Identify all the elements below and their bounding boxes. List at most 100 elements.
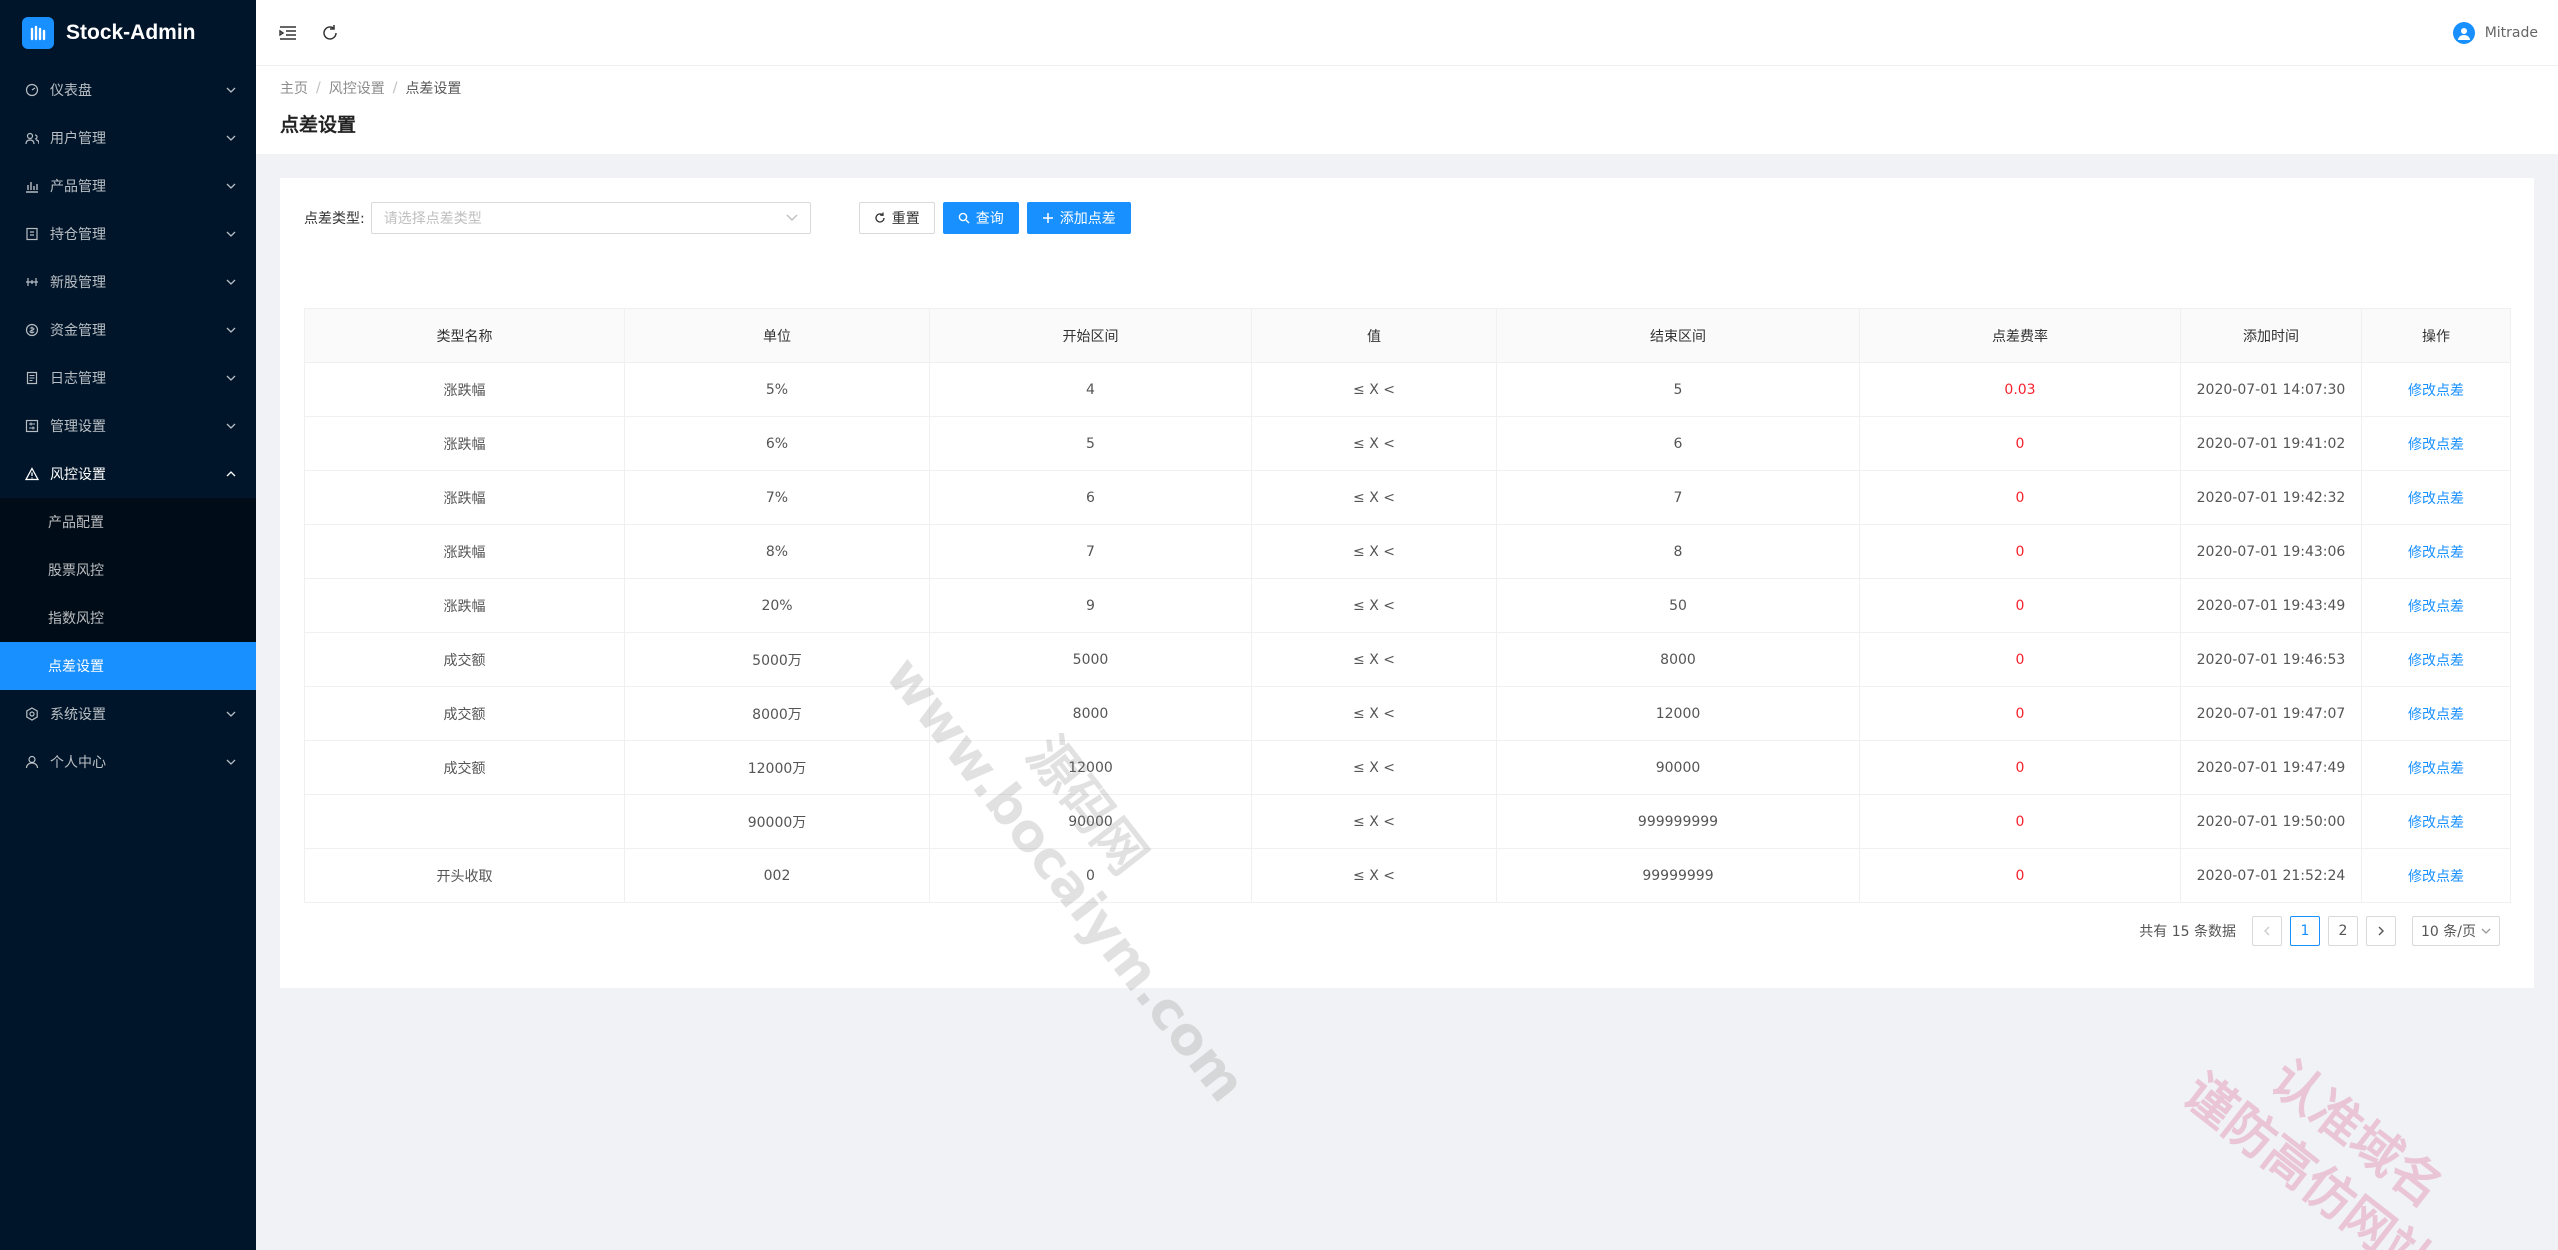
edit-spread-link[interactable]: 修改点差 bbox=[2361, 686, 2511, 741]
table-row: 成交额 8000万 8000 ≤ X <12000 0 2020-07-01 19:47:… bbox=[304, 686, 2511, 741]
page-size-select[interactable]: 10 条/页 bbox=[2412, 916, 2500, 946]
table-cell: ≤ X < bbox=[1251, 848, 1497, 903]
sidebar-item-3[interactable]: 持仓管理 bbox=[0, 210, 256, 258]
table-cell: 0 bbox=[1859, 470, 2181, 525]
sidebar-item-0[interactable]: 仪表盘 bbox=[0, 66, 256, 114]
table-cell: 2020-07-01 19:42:32 bbox=[2180, 470, 2362, 525]
sidebar-item-7[interactable]: 管理设置 bbox=[0, 402, 256, 450]
sidebar-item-10[interactable]: 个人中心 bbox=[0, 738, 256, 786]
sidebar-item-1[interactable]: 用户管理 bbox=[0, 114, 256, 162]
table-cell: 2020-07-01 19:50:00 bbox=[2180, 794, 2362, 849]
logo[interactable]: Stock-Admin bbox=[0, 0, 256, 66]
table-cell: ≤ X < bbox=[1251, 740, 1497, 795]
edit-spread-link[interactable]: 修改点差 bbox=[2361, 848, 2511, 903]
page-1-button[interactable]: 1 bbox=[2290, 916, 2320, 946]
table-cell: 2020-07-01 19:46:53 bbox=[2180, 632, 2362, 687]
table-cell: 5 bbox=[1496, 362, 1860, 417]
breadcrumb-current: 点差设置 bbox=[405, 81, 462, 97]
table-cell: 成交额 bbox=[304, 740, 625, 795]
sidebar-item-label: 个人中心 bbox=[50, 755, 106, 771]
sidebar-item-9[interactable]: 系统设置 bbox=[0, 690, 256, 738]
table-cell: 12000 bbox=[1496, 686, 1860, 741]
user-menu[interactable]: Mitrade bbox=[2452, 21, 2538, 44]
submenu-risk: 产品配置 股票风控 指数风控 点差设置 bbox=[0, 498, 256, 690]
sidebar-item-label: 新股管理 bbox=[50, 275, 106, 291]
chevron-down-icon bbox=[226, 322, 236, 338]
chevron-down-icon bbox=[226, 706, 236, 722]
submenu-item-1[interactable]: 股票风控 bbox=[0, 546, 256, 594]
table-row: 涨跌幅 6% 5 ≤ X <6 0 2020-07-01 19:41:02 修改点差 bbox=[304, 416, 2511, 471]
edit-spread-link[interactable]: 修改点差 bbox=[2361, 524, 2511, 579]
table-cell: 8000 bbox=[929, 686, 1252, 741]
table-header-row: 类型名称 单位 开始区间值结束区间 点差费率 添加时间 操作 bbox=[304, 308, 2511, 363]
table-cell: 0 bbox=[1859, 416, 2181, 471]
spread-type-select[interactable]: 请选择点差类型 bbox=[370, 202, 811, 234]
table-cell: 0 bbox=[1859, 686, 2181, 741]
table-cell: ≤ X < bbox=[1251, 416, 1497, 471]
add-spread-button[interactable]: 添加点差 bbox=[1026, 202, 1131, 234]
sidebar-item-2[interactable]: 产品管理 bbox=[0, 162, 256, 210]
chevron-down-icon bbox=[226, 178, 236, 194]
table-cell: 7 bbox=[1496, 470, 1860, 525]
submenu-item-2[interactable]: 指数风控 bbox=[0, 594, 256, 642]
chevron-down-icon bbox=[2481, 928, 2491, 934]
submenu-item-3[interactable]: 点差设置 bbox=[0, 642, 256, 690]
page-header: 主页 / 风控设置 / 点差设置 点差设置 bbox=[256, 66, 2558, 154]
edit-spread-link[interactable]: 修改点差 bbox=[2361, 794, 2511, 849]
table-cell: 成交额 bbox=[304, 632, 625, 687]
refresh-icon[interactable] bbox=[318, 21, 342, 45]
edit-spread-link[interactable]: 修改点差 bbox=[2361, 632, 2511, 687]
sidebar-item-8[interactable]: 风控设置 bbox=[0, 450, 256, 498]
table-cell: 4 bbox=[929, 362, 1252, 417]
sidebar-item-6[interactable]: 日志管理 bbox=[0, 354, 256, 402]
table-cell: 99999999 bbox=[1496, 848, 1860, 903]
table-cell: 9 bbox=[929, 578, 1252, 633]
next-page-button[interactable] bbox=[2366, 916, 2396, 946]
sidebar-item-label: 日志管理 bbox=[50, 371, 106, 387]
edit-spread-link[interactable]: 修改点差 bbox=[2361, 416, 2511, 471]
users-icon bbox=[24, 130, 40, 146]
edit-spread-link[interactable]: 修改点差 bbox=[2361, 578, 2511, 633]
menu-fold-icon[interactable] bbox=[276, 21, 300, 45]
prev-page-button[interactable] bbox=[2252, 916, 2282, 946]
reset-button[interactable]: 重置 bbox=[858, 202, 935, 234]
column-header: 点差费率 bbox=[1859, 308, 2181, 363]
table-cell: 999999999 bbox=[1496, 794, 1860, 849]
table-cell: 涨跌幅 bbox=[304, 416, 625, 471]
breadcrumb-risk[interactable]: 风控设置 bbox=[329, 78, 385, 98]
edit-spread-link[interactable]: 修改点差 bbox=[2361, 470, 2511, 525]
table-cell: 0 bbox=[1859, 740, 2181, 795]
sidebar-item-label: 用户管理 bbox=[50, 131, 106, 147]
chevron-down-icon bbox=[226, 754, 236, 770]
user-icon bbox=[24, 754, 40, 770]
sidebar-item-5[interactable]: 资金管理 bbox=[0, 306, 256, 354]
table-cell: 5 bbox=[929, 416, 1252, 471]
edit-spread-link[interactable]: 修改点差 bbox=[2361, 740, 2511, 795]
table-row: 涨跌幅 8% 7 ≤ X <8 0 2020-07-01 19:43:06 修改点差 bbox=[304, 524, 2511, 579]
column-header: 类型名称 bbox=[304, 308, 625, 363]
column-header: 添加时间 bbox=[2180, 308, 2362, 363]
table-cell: 开头收取 bbox=[304, 848, 625, 903]
table-cell: 2020-07-01 19:47:07 bbox=[2180, 686, 2362, 741]
table-cell: 8000万 bbox=[624, 686, 930, 741]
query-button[interactable]: 查询 bbox=[942, 202, 1019, 234]
chevron-down-icon bbox=[226, 418, 236, 434]
plus-icon bbox=[1042, 212, 1054, 224]
page-2-button[interactable]: 2 bbox=[2328, 916, 2358, 946]
sidebar-item-4[interactable]: 新股管理 bbox=[0, 258, 256, 306]
chevron-left-icon bbox=[2264, 926, 2270, 936]
sidebar-item-label: 风控设置 bbox=[50, 467, 106, 483]
table-row: 涨跌幅 7% 6 ≤ X <7 0 2020-07-01 19:42:32 修改点差 bbox=[304, 470, 2511, 525]
sidebar-item-label: 产品管理 bbox=[50, 179, 106, 195]
table-cell: ≤ X < bbox=[1251, 524, 1497, 579]
table-cell: 涨跌幅 bbox=[304, 524, 625, 579]
filter-bar: 点差类型: 请选择点差类型 重置 查询 添加点差 bbox=[304, 202, 2510, 234]
sidebar-item-label: 持仓管理 bbox=[50, 227, 106, 243]
submenu-item-0[interactable]: 产品配置 bbox=[0, 498, 256, 546]
table-cell: 6 bbox=[1496, 416, 1860, 471]
table-cell: 002 bbox=[624, 848, 930, 903]
breadcrumb-home[interactable]: 主页 bbox=[280, 78, 308, 98]
page-title: 点差设置 bbox=[280, 114, 357, 136]
search-icon bbox=[958, 212, 970, 224]
edit-spread-link[interactable]: 修改点差 bbox=[2361, 362, 2511, 417]
